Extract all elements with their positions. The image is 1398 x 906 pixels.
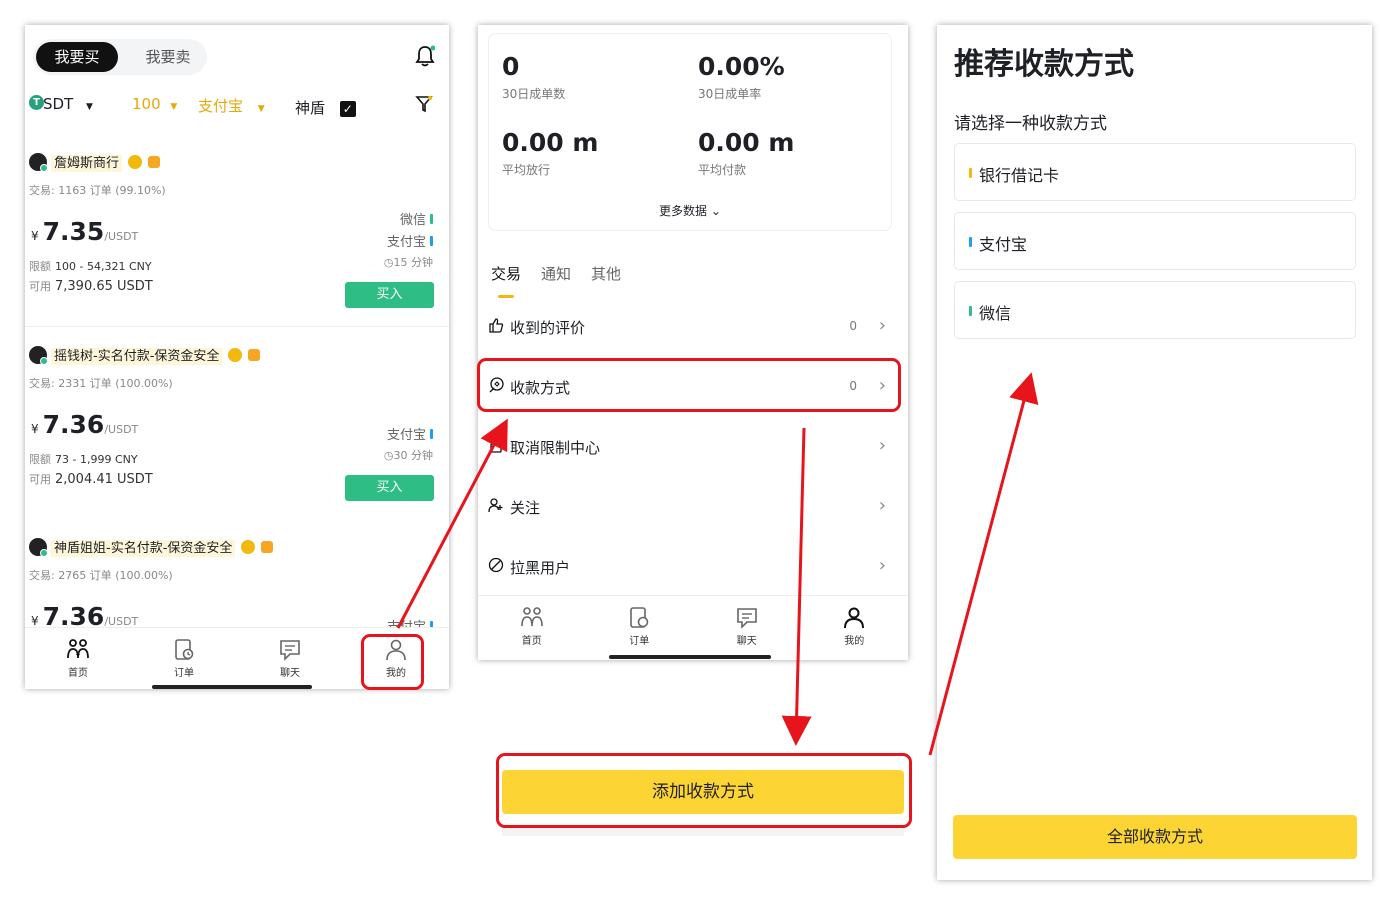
arrow-to-payment-row [396,418,508,629]
arrow-to-add-button [781,427,812,746]
arrow-to-options [928,372,1039,756]
annotation-arrows [396,372,1039,756]
